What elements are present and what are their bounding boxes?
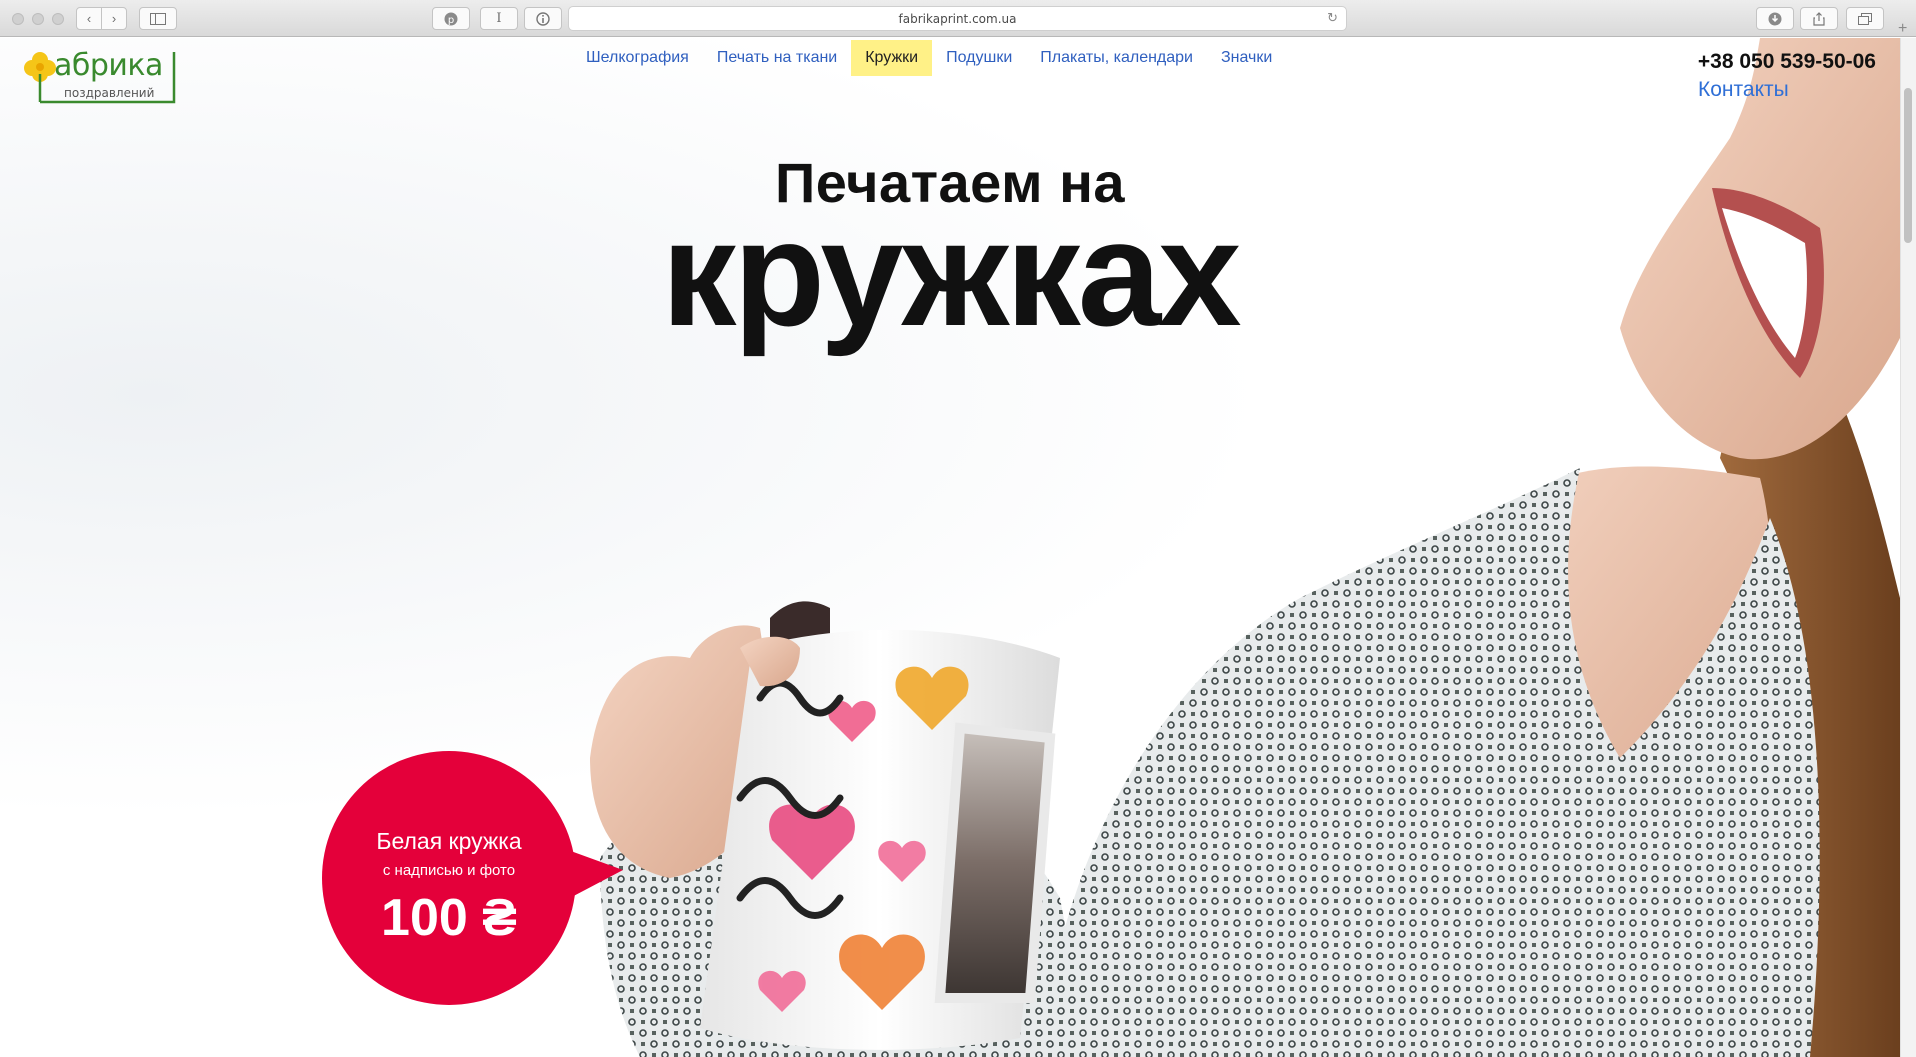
nav-item-mugs[interactable]: Кружки — [851, 40, 933, 76]
instapaper-icon: I — [496, 11, 502, 26]
nav-item-badges[interactable]: Значки — [1207, 40, 1286, 76]
page-content: абрика поздравлений Шелкография Печать н… — [0, 38, 1900, 1057]
info-icon — [536, 11, 550, 26]
minimize-window-button[interactable] — [32, 13, 44, 25]
reload-icon[interactable]: ↻ — [1327, 11, 1338, 26]
nav-item-fabric-printing[interactable]: Печать на ткани — [703, 40, 851, 76]
forward-button[interactable]: › — [101, 7, 127, 30]
close-window-button[interactable] — [12, 13, 24, 25]
offer-subtitle: с надписью и фото — [382, 862, 516, 879]
share-button[interactable] — [1800, 7, 1838, 30]
speech-bubble-shape — [322, 751, 623, 1005]
tabs-overview-button[interactable] — [1846, 7, 1884, 30]
share-icon — [1813, 11, 1825, 26]
browser-toolbar: ‹ › p I fabrikaprint.com.ua ↻ + — [0, 0, 1916, 37]
back-button[interactable]: ‹ — [76, 7, 102, 30]
sidebar-icon — [150, 12, 166, 25]
info-extension-button[interactable] — [524, 7, 562, 30]
main-nav: Шелкография Печать на ткани Кружки Подуш… — [572, 40, 1286, 76]
phone-number[interactable]: +38 050 539-50-06 — [1698, 50, 1876, 74]
price-bubble[interactable]: Белая кружка с надписью и фото 100 ₴ — [318, 750, 628, 1010]
sidebar-toggle-button[interactable] — [139, 7, 177, 30]
address-bar[interactable]: fabrikaprint.com.ua ↻ — [568, 6, 1347, 31]
instapaper-extension-button[interactable]: I — [480, 7, 518, 30]
pinterest-icon: p — [444, 12, 458, 26]
logo-wordmark: абрика — [54, 48, 163, 83]
download-icon — [1768, 12, 1782, 25]
svg-text:p: p — [448, 15, 454, 26]
zoom-window-button[interactable] — [52, 13, 64, 25]
nav-item-posters-calendars[interactable]: Плакаты, календари — [1026, 40, 1207, 76]
scrollbar-thumb[interactable] — [1904, 88, 1912, 243]
downloads-button[interactable] — [1756, 7, 1794, 30]
page-scrollbar[interactable] — [1900, 38, 1916, 1057]
chevron-left-icon: ‹ — [86, 11, 92, 26]
url-text: fabrikaprint.com.ua — [898, 11, 1017, 26]
chevron-right-icon: › — [111, 11, 117, 26]
site-logo[interactable]: абрика поздравлений — [24, 44, 180, 104]
tabs-icon — [1858, 12, 1872, 25]
hero-headline-line2: кружках — [661, 189, 1241, 357]
nav-item-pillows[interactable]: Подушки — [932, 40, 1026, 76]
nav-item-silkscreen[interactable]: Шелкография — [572, 40, 703, 76]
offer-title: Белая кружка — [376, 828, 522, 854]
contacts-link[interactable]: Контакты — [1698, 78, 1789, 102]
pinterest-extension-button[interactable]: p — [432, 7, 470, 30]
offer-price: 100 ₴ — [381, 889, 517, 947]
logo-subtitle: поздравлений — [64, 86, 155, 100]
new-tab-icon[interactable]: + — [1898, 20, 1907, 38]
